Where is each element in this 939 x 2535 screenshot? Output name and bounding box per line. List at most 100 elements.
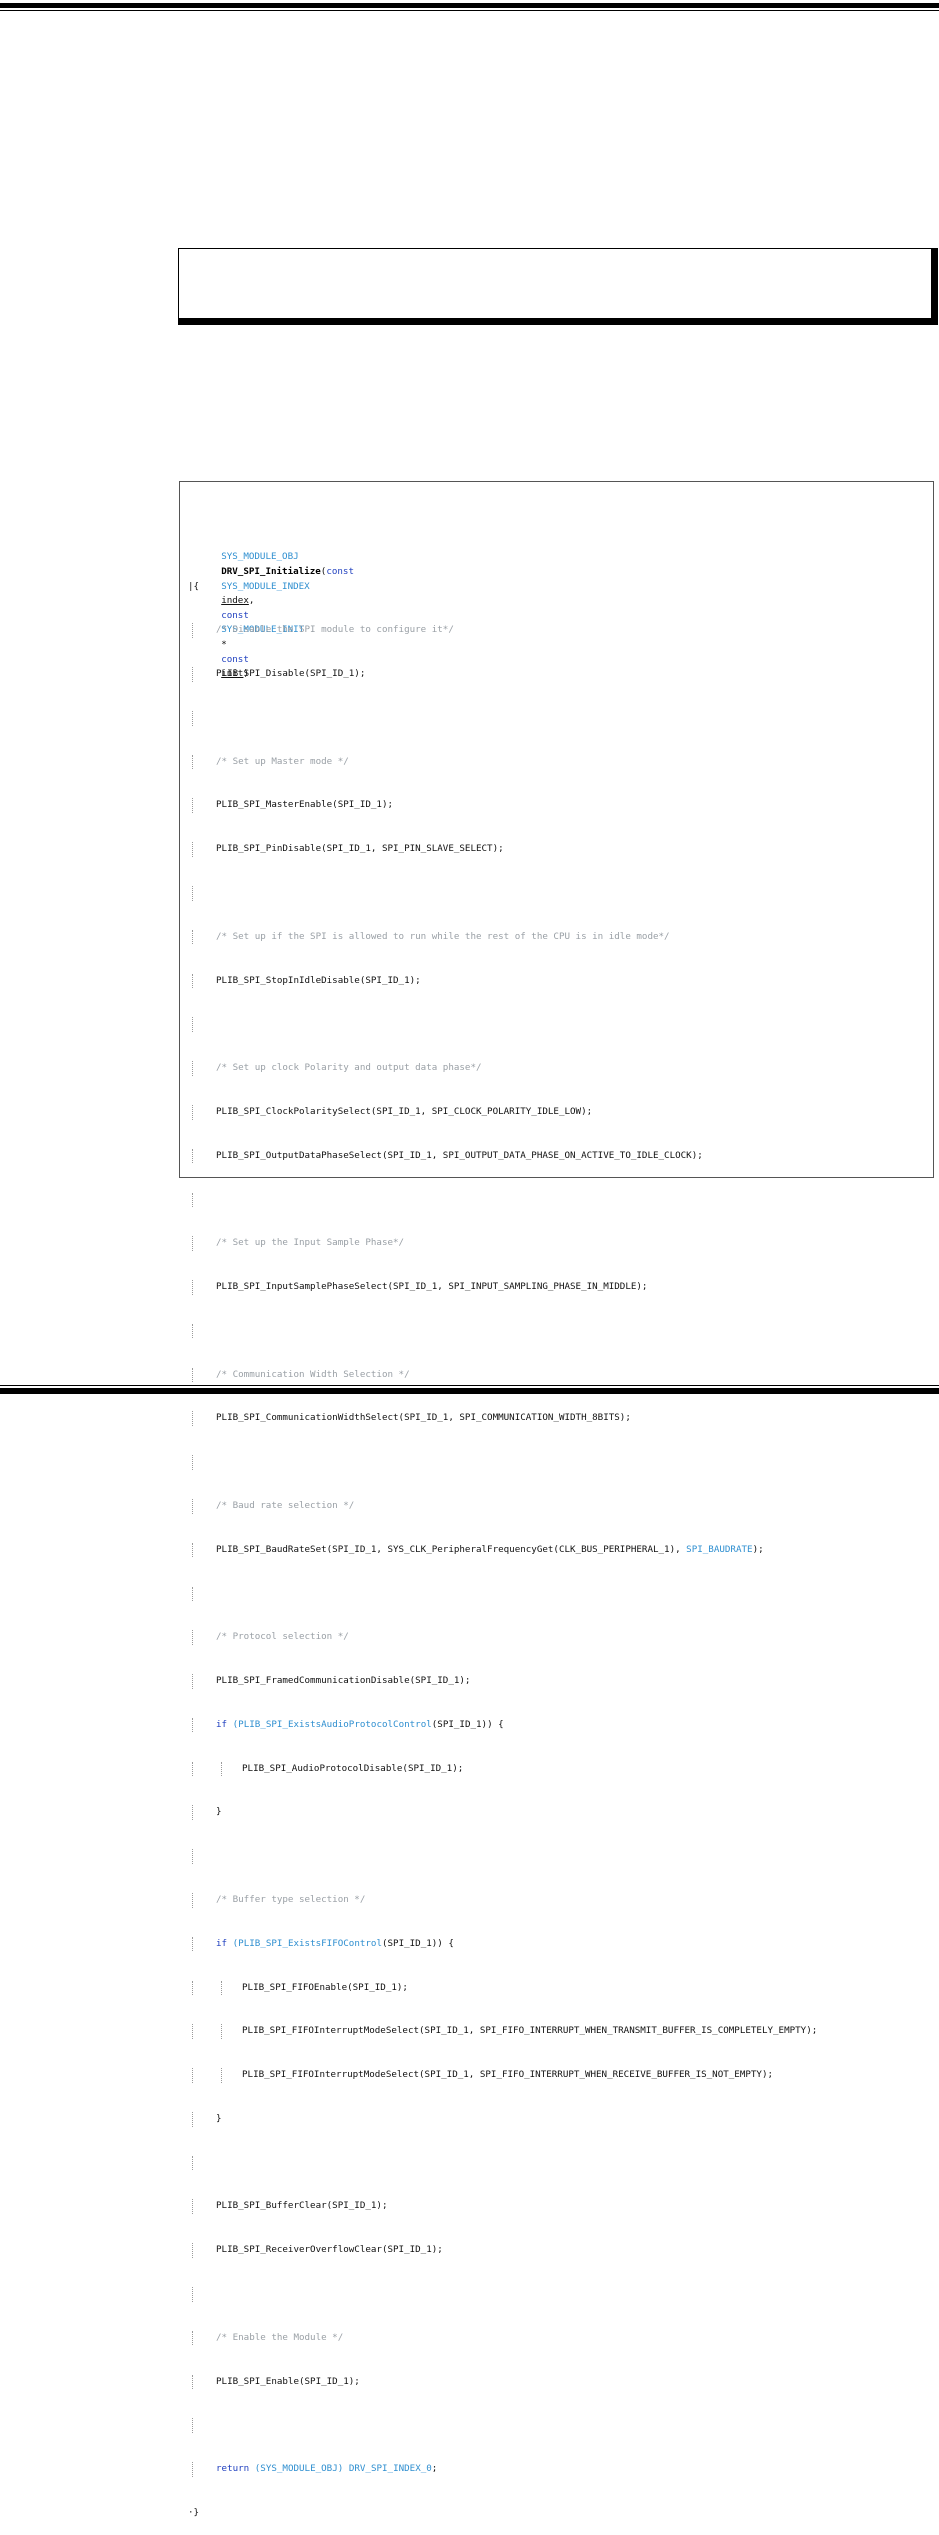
code-statement: PLIB_SPI_FIFOEnable(SPI_ID_1); xyxy=(242,1981,408,1993)
code-line-close-brace: ·} xyxy=(188,2506,200,2518)
bottom-rule xyxy=(0,1385,939,1399)
paren: ( xyxy=(227,1718,239,1730)
return-type: SYS_MODULE_OBJ xyxy=(221,551,299,563)
param-name: index xyxy=(221,595,249,607)
code-line: /* Set up clock Polarity and output data… xyxy=(184,1061,929,1076)
code-statement-end: ); xyxy=(752,1543,764,1555)
code-statement: PLIB_SPI_AudioProtocolDisable(SPI_ID_1); xyxy=(242,1762,464,1774)
code-line: PLIB_SPI_FIFOInterruptModeSelect(SPI_ID_… xyxy=(184,2068,929,2083)
code-statement: (SPI_ID_1)) { xyxy=(431,1718,504,1730)
code-statement: PLIB_SPI_PinDisable(SPI_ID_1, SPI_PIN_SL… xyxy=(216,843,504,855)
code-statement: PLIB_SPI_FIFOInterruptModeSelect(SPI_ID_… xyxy=(242,2025,818,2037)
code-statement: PLIB_SPI_InputSamplePhaseSelect(SPI_ID_1… xyxy=(216,1281,648,1293)
code-line-blank xyxy=(184,2155,929,2171)
code-line-blank xyxy=(184,1586,929,1602)
code-comment: /* Protocol selection */ xyxy=(216,1631,349,1643)
code-line: /* Set up the Input Sample Phase*/ xyxy=(184,1236,929,1251)
code-line: PLIB_SPI_FramedCommunicationDisable(SPI_… xyxy=(184,1674,929,1689)
code-statement: PLIB_SPI_OutputDataPhaseSelect(SPI_ID_1,… xyxy=(216,1149,703,1161)
code-comment: /* Buffer type selection */ xyxy=(216,1894,366,1905)
code-line: PLIB_SPI_AudioProtocolDisable(SPI_ID_1); xyxy=(184,1761,929,1777)
code-line: if (PLIB_SPI_ExistsFIFOControl(SPI_ID_1)… xyxy=(184,1936,929,1952)
code-line: PLIB_SPI_Enable(SPI_ID_1); xyxy=(184,2374,929,2390)
code-statement: PLIB_SPI_Enable(SPI_ID_1); xyxy=(216,2375,360,2387)
code-comment: /* Communication Width Selection */ xyxy=(216,1368,410,1380)
code-line: return (SYS_MODULE_OBJ) DRV_SPI_INDEX_0; xyxy=(184,2462,929,2477)
code-statement: PLIB_SPI_StopInIdleDisable(SPI_ID_1); xyxy=(216,974,421,986)
code-line: /* Disable the SPI module to configure i… xyxy=(184,623,929,638)
code-macro: SPI_BAUDRATE xyxy=(686,1543,753,1555)
function-name: DRV_SPI_Initialize xyxy=(221,565,321,577)
code-comment: /* Set up clock Polarity and output data… xyxy=(216,1062,482,1074)
code-line: PLIB_SPI_FIFOInterruptModeSelect(SPI_ID_… xyxy=(184,2024,929,2039)
code-line: } xyxy=(184,2111,929,2127)
code-line: PLIB_SPI_StopInIdleDisable(SPI_ID_1); xyxy=(184,973,929,989)
code-line: PLIB_SPI_Disable(SPI_ID_1); xyxy=(184,667,929,682)
code-line: /* Set up Master mode */ xyxy=(184,754,929,770)
code-comment: /* Set up Master mode */ xyxy=(216,755,349,767)
bottom-rule-thick xyxy=(0,1388,939,1394)
code-statement: PLIB_SPI_FramedCommunicationDisable(SPI_… xyxy=(216,1675,471,1687)
code-statement: PLIB_SPI_CommunicationWidthSelect(SPI_ID… xyxy=(216,1412,631,1424)
code-line: PLIB_SPI_InputSamplePhaseSelect(SPI_ID_1… xyxy=(184,1280,929,1295)
code-statement: PLIB_SPI_MasterEnable(SPI_ID_1); xyxy=(216,799,394,811)
code-line: /* Protocol selection */ xyxy=(184,1630,929,1645)
code-line: if (PLIB_SPI_ExistsAudioProtocolControl(… xyxy=(184,1717,929,1733)
open-brace: { xyxy=(193,580,200,592)
close-brace: } xyxy=(216,1806,222,1818)
code-line-blank xyxy=(184,1017,929,1032)
code-statement: PLIB_SPI_ClockPolaritySelect(SPI_ID_1, S… xyxy=(216,1105,593,1117)
keyword-const: const xyxy=(221,609,249,621)
code-comment: /* Set up the Input Sample Phase*/ xyxy=(216,1237,405,1249)
code-line-blank xyxy=(184,710,929,726)
code-line-open-brace: |{ xyxy=(188,580,200,592)
code-line-blank xyxy=(184,2418,929,2433)
paren: ( xyxy=(227,1937,239,1949)
code-line: PLIB_SPI_PinDisable(SPI_ID_1, SPI_PIN_SL… xyxy=(184,842,929,857)
bottom-rule-thin xyxy=(0,1385,939,1386)
keyword-return: return xyxy=(216,2463,250,2475)
code-listing: SYS_MODULE_OBJ DRV_SPI_Initialize(const … xyxy=(184,492,929,2535)
close-brace: } xyxy=(216,2112,222,2124)
pointer-star: * xyxy=(221,638,227,650)
code-line: PLIB_SPI_ClockPolaritySelect(SPI_ID_1, S… xyxy=(184,1104,929,1120)
code-line: PLIB_SPI_MasterEnable(SPI_ID_1); xyxy=(184,798,929,814)
code-line: /* Communication Width Selection */ xyxy=(184,1367,929,1383)
code-line-blank xyxy=(184,1192,929,1208)
top-rule-thick xyxy=(0,3,939,8)
code-line-blank xyxy=(184,2287,929,2302)
code-line-blank xyxy=(184,1455,929,1470)
code-statement: (SPI_ID_1)) { xyxy=(381,1937,454,1949)
code-line-blank xyxy=(184,1323,929,1339)
code-line: PLIB_SPI_OutputDataPhaseSelect(SPI_ID_1,… xyxy=(184,1148,929,1164)
code-statement: PLIB_SPI_ReceiverOverflowClear(SPI_ID_1)… xyxy=(216,2244,443,2256)
code-line: PLIB_SPI_BufferClear(SPI_ID_1); xyxy=(184,2199,929,2215)
code-statement: PLIB_SPI_Disable(SPI_ID_1); xyxy=(216,668,366,680)
code-statement: PLIB_SPI_BaudRateSet(SPI_ID_1, SYS_CLK_P… xyxy=(216,1543,687,1555)
code-line-signature: SYS_MODULE_OBJ DRV_SPI_Initialize(const … xyxy=(184,536,929,679)
code-comment: /* Set up if the SPI is allowed to run w… xyxy=(216,930,670,942)
code-statement-end: ; xyxy=(431,2463,438,2475)
code-cast: (SYS_MODULE_OBJ) xyxy=(254,2463,344,2475)
keyword-if: if xyxy=(216,1937,228,1949)
code-function: PLIB_SPI_ExistsAudioProtocolControl xyxy=(238,1718,432,1730)
note-box-shadow-bottom xyxy=(178,319,938,325)
code-comment: /* Baud rate selection */ xyxy=(216,1499,355,1511)
code-line: /* Baud rate selection */ xyxy=(184,1498,929,1514)
code-line: PLIB_SPI_ReceiverOverflowClear(SPI_ID_1)… xyxy=(184,2243,929,2258)
keyword-if: if xyxy=(216,1718,228,1730)
code-line-blank xyxy=(184,1849,929,1864)
code-macro: DRV_SPI_INDEX_0 xyxy=(348,2463,432,2475)
code-function: PLIB_SPI_ExistsFIFOControl xyxy=(238,1937,382,1949)
note-box-shadow-right xyxy=(932,248,938,325)
keyword-const: const xyxy=(326,565,354,577)
top-rule xyxy=(0,0,939,12)
note-box xyxy=(178,248,932,319)
code-statement: PLIB_SPI_BufferClear(SPI_ID_1); xyxy=(216,2200,388,2212)
code-line: /* Set up if the SPI is allowed to run w… xyxy=(184,929,929,945)
close-brace: } xyxy=(193,2506,200,2518)
code-line: PLIB_SPI_CommunicationWidthSelect(SPI_ID… xyxy=(184,1411,929,1426)
code-line: /* Enable the Module */ xyxy=(184,2330,929,2346)
keyword-const: const xyxy=(221,653,249,665)
top-rule-thin xyxy=(0,10,939,11)
